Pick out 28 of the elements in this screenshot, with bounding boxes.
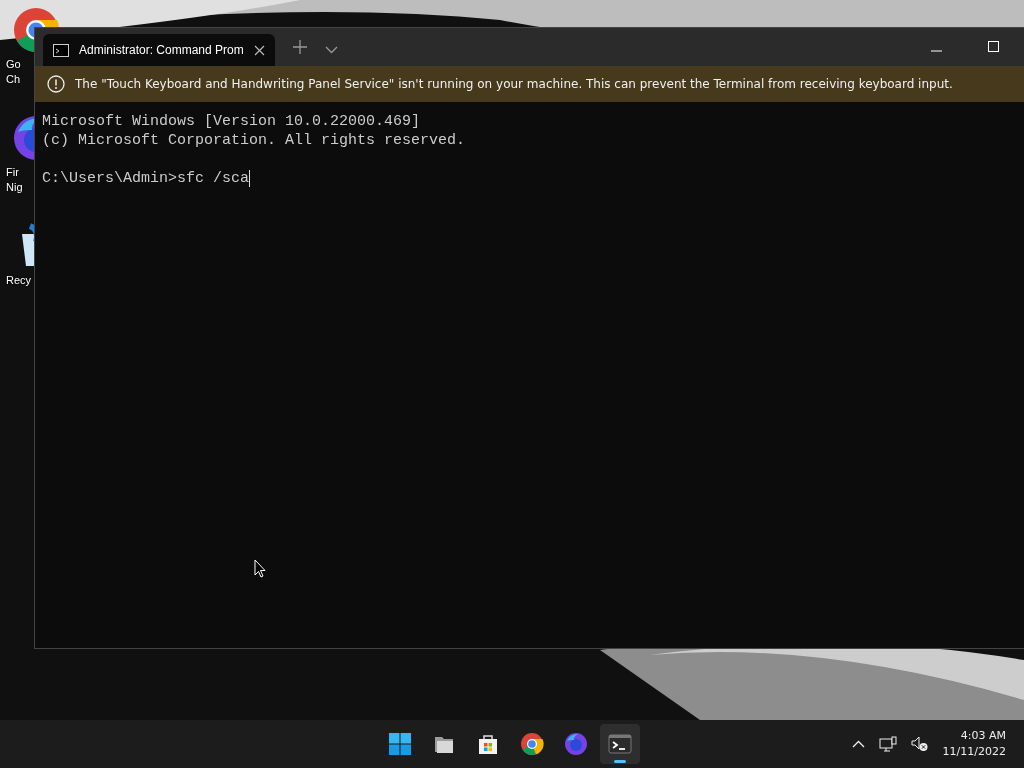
chevron-up-icon[interactable] bbox=[851, 740, 865, 748]
tab[interactable]: Administrator: Command Prom bbox=[43, 34, 275, 66]
chrome-icon bbox=[520, 732, 544, 756]
clock-date[interactable]: 11/11/2022 bbox=[942, 744, 1006, 760]
network-icon[interactable] bbox=[878, 736, 897, 752]
console-output: Microsoft Windows [Version 10.0.22000.469] bbox=[42, 112, 422, 131]
warning-icon bbox=[47, 75, 65, 93]
command-prompt: C:\Users\Admin>sfc /sca bbox=[42, 169, 250, 188]
text-cursor bbox=[249, 170, 251, 187]
clock-time[interactable]: 4:03 AM bbox=[960, 728, 1006, 744]
plus-icon[interactable] bbox=[292, 40, 307, 54]
terminal-icon bbox=[608, 732, 632, 756]
close-icon[interactable] bbox=[253, 44, 265, 56]
shopping-bag-icon bbox=[476, 732, 500, 756]
globe-fox-icon bbox=[564, 732, 588, 756]
active-indicator bbox=[614, 760, 626, 763]
console-icon bbox=[53, 43, 69, 57]
maximize-icon[interactable] bbox=[988, 41, 999, 52]
start-icon bbox=[388, 732, 412, 756]
chevron-down-icon[interactable] bbox=[324, 46, 338, 54]
desktop-icon-label[interactable]: Fir Nig bbox=[6, 165, 23, 195]
desktop-icon-label[interactable]: Go Ch bbox=[6, 57, 21, 87]
desktop-icon-label[interactable]: Recy bbox=[6, 273, 32, 288]
warning-message: The "Touch Keyboard and Handwriting Panel Service" isn't running on your machine. This can prevent the Terminal from receiving keyboard input. bbox=[75, 77, 953, 91]
speaker-muted-icon[interactable] bbox=[910, 736, 929, 752]
mouse-pointer-icon bbox=[254, 559, 266, 578]
taskbar-button[interactable] bbox=[600, 724, 640, 764]
console-output: (c) Microsoft Corporation. All rights reserved. bbox=[42, 131, 467, 150]
